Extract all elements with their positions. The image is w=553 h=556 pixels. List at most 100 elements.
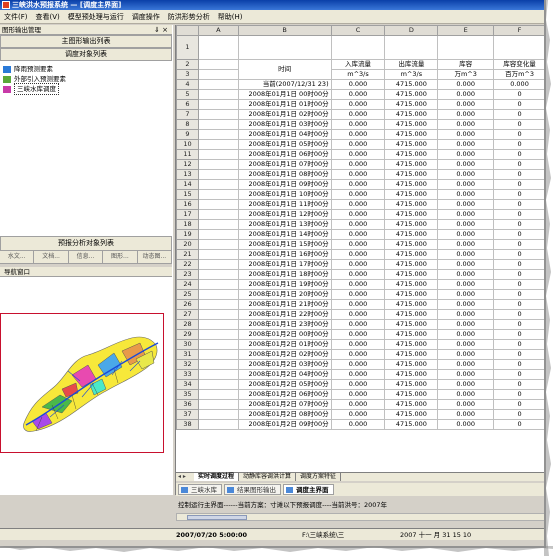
cell-storage[interactable]: 0.000 [437,189,495,200]
cell-outflow[interactable]: 4715.000 [384,269,439,280]
row-header[interactable]: 10 [176,139,199,150]
row-header[interactable]: 4 [176,79,199,90]
row-header[interactable]: 33 [176,369,199,380]
cell-storage[interactable]: 0.000 [437,199,495,210]
cell-storage[interactable]: 0.000 [437,329,495,340]
cell-time[interactable]: 2008年01月1日 00时00分 [237,89,332,100]
cell-inflow[interactable]: 0.000 [330,309,386,320]
cell-storage-change[interactable]: 0 [493,249,544,260]
row-header[interactable]: 14 [176,179,199,190]
cell[interactable] [197,69,239,80]
cell-time[interactable]: 2008年01月1日 09时00分 [237,179,332,190]
header-storage[interactable]: 库容 [437,59,495,70]
cell-storage[interactable]: 0.000 [437,179,495,190]
menu-model[interactable]: 模型预处理与运行 [68,12,124,22]
row-header[interactable]: 16 [176,199,199,210]
cell-outflow[interactable]: 4715.000 [384,199,439,210]
cell-outflow[interactable]: 4715.000 [384,99,439,110]
cell-storage[interactable]: 0.000 [437,309,495,320]
cell-storage-change[interactable]: 0 [493,289,544,300]
row-header[interactable]: 7 [176,109,199,120]
cell-outflow[interactable]: 4715.000 [384,149,439,160]
cell-time[interactable]: 2008年01月1日 11时00分 [237,199,332,210]
subtab-animation[interactable]: 动态图... [138,251,173,263]
header-time[interactable]: 时间 [237,59,332,80]
cell[interactable] [197,79,239,90]
subtab-info[interactable]: 信息... [69,251,104,263]
cell-storage[interactable]: 0.000 [437,339,495,350]
cell[interactable] [197,419,239,430]
main-output-list-button[interactable]: 主图形输出列表 [0,35,172,48]
menu-flood-analysis[interactable]: 防洪形势分析 [168,12,210,22]
cell-outflow[interactable]: 4715.000 [384,139,439,150]
cell-storage-change[interactable]: 0 [493,339,544,350]
cell[interactable] [197,139,239,150]
cell-storage-change[interactable]: 0 [493,359,544,370]
cell-inflow[interactable]: 0.000 [330,169,386,180]
cell-outflow[interactable]: 4715.000 [384,119,439,130]
cell-time[interactable]: 2008年01月1日 19时00分 [237,279,332,290]
cell-storage[interactable]: 0.000 [437,119,495,130]
cell[interactable] [197,309,239,320]
cell-outflow[interactable]: 4715.000 [384,299,439,310]
cell[interactable] [197,259,239,270]
cell-time[interactable]: 2008年01月1日 17时00分 [237,259,332,270]
forecast-analysis-list-button[interactable]: 预报分析对象列表 [0,236,172,251]
cell-inflow[interactable]: 0.000 [330,269,386,280]
cell-storage-change[interactable]: 0 [493,259,544,270]
cell[interactable] [197,249,239,260]
row-header[interactable]: 22 [176,259,199,270]
cell[interactable] [197,99,239,110]
cell-outflow[interactable]: 4715.000 [384,339,439,350]
cell-time[interactable]: 2008年01月1日 01时00分 [237,99,332,110]
cell-storage-change[interactable]: 0 [493,159,544,170]
row-header[interactable]: 38 [176,419,199,430]
col-header-b[interactable]: B [237,25,332,36]
cell-inflow[interactable]: 0.000 [330,259,386,270]
row-header[interactable]: 1 [176,35,199,60]
cell-time[interactable]: 2008年01月2日 09时00分 [237,419,332,430]
cell-time[interactable]: 2008年01月1日 07时00分 [237,159,332,170]
cell-storage[interactable]: 0.000 [437,89,495,100]
cell-storage[interactable]: 0.000 [437,159,495,170]
cell[interactable] [197,189,239,200]
doc-tab-main-dispatch[interactable]: 调度主界面 [283,484,334,495]
cell-inflow[interactable]: 0.000 [330,199,386,210]
unit-outflow[interactable]: m^3/s [384,69,439,80]
cell-outflow[interactable]: 4715.000 [384,239,439,250]
row-header[interactable]: 24 [176,279,199,290]
cell-storage-change[interactable]: 0 [493,379,544,390]
row-header[interactable]: 15 [176,189,199,200]
cell[interactable] [197,279,239,290]
cell[interactable] [197,369,239,380]
cell-inflow[interactable]: 0.000 [330,359,386,370]
unit-storage-change[interactable]: 百万m^3 [493,69,544,80]
cell[interactable] [197,269,239,280]
cell-inflow[interactable]: 0.000 [330,219,386,230]
cell-outflow[interactable]: 4715.000 [384,159,439,170]
cell-storage[interactable]: 0.000 [437,99,495,110]
menu-view[interactable]: 查看(V) [36,12,60,22]
cell-storage[interactable]: 0.000 [437,79,495,90]
cell-inflow[interactable]: 0.000 [330,159,386,170]
spreadsheet[interactable]: A B C D E F 1 2 时间 入库流量 出库流量 库容 库容变化量 3 … [176,25,544,472]
cell-storage[interactable]: 0.000 [437,399,495,410]
cell[interactable] [197,319,239,330]
cell-outflow[interactable]: 4715.000 [384,409,439,420]
cell-time[interactable]: 2008年01月2日 02时00分 [237,349,332,360]
cell-outflow[interactable]: 4715.000 [384,359,439,370]
cell-outflow[interactable]: 4715.000 [384,109,439,120]
cell-outflow[interactable]: 4715.000 [384,309,439,320]
doc-tab-result-output[interactable]: 结果图形输出 [224,484,281,495]
row-header[interactable]: 3 [176,69,199,80]
cell[interactable] [197,219,239,230]
cell-outflow[interactable]: 4715.000 [384,329,439,340]
cell-time[interactable]: 2008年01月1日 23时00分 [237,319,332,330]
cell-storage-change[interactable]: 0 [493,199,544,210]
cell-storage[interactable]: 0.000 [437,219,495,230]
cell-inflow[interactable]: 0.000 [330,369,386,380]
cell-storage[interactable]: 0.000 [437,169,495,180]
cell-storage[interactable]: 0.000 [437,419,495,430]
cell-storage-change[interactable]: 0 [493,419,544,430]
cell-time[interactable]: 2008年01月1日 20时00分 [237,289,332,300]
